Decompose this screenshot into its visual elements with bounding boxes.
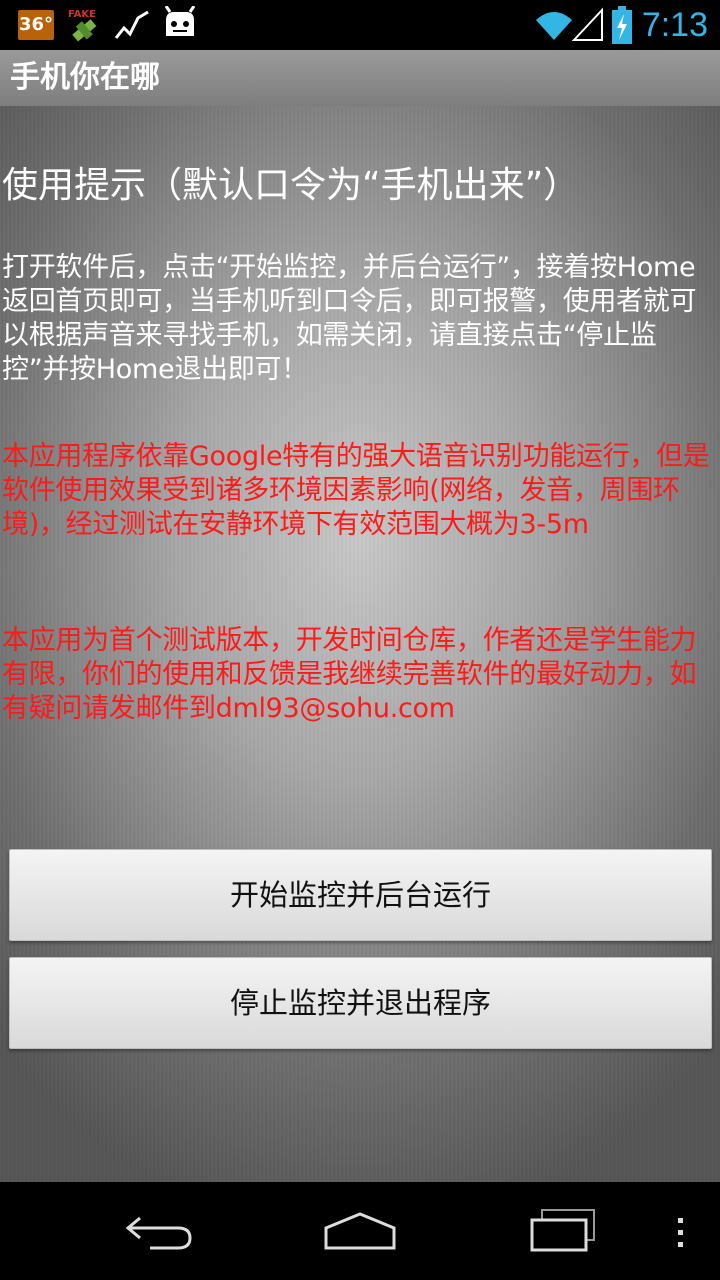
signal-icon bbox=[571, 6, 604, 48]
activity-graph-icon bbox=[114, 6, 150, 48]
back-icon[interactable] bbox=[120, 1208, 200, 1254]
screen: 36° FAKE 7:13 手机你在哪 使用提示（默认口令为“手机出来”） 打开… bbox=[0, 0, 720, 1280]
main-content: 使用提示（默认口令为“手机出来”） 打开软件后，点击“开始监控，并后台运行”，接… bbox=[0, 106, 720, 1182]
navigation-bar bbox=[0, 1182, 720, 1280]
status-bar: 36° FAKE 7:13 bbox=[0, 0, 720, 50]
instructions-text: 打开软件后，点击“开始监控，并后台运行”，接着按Home返回首页即可，当手机听到… bbox=[2, 252, 697, 385]
wifi-icon bbox=[534, 6, 574, 48]
usage-tips-heading: 使用提示（默认口令为“手机出来”） bbox=[2, 165, 580, 206]
stop-monitoring-button[interactable]: 停止监控并退出程序 bbox=[9, 957, 712, 1049]
app-title: 手机你在哪 bbox=[10, 60, 160, 95]
fake-gps-icon: FAKE bbox=[64, 6, 104, 48]
recent-apps-icon[interactable] bbox=[522, 1208, 602, 1254]
fake-label: FAKE bbox=[68, 9, 96, 20]
clock: 7:13 bbox=[641, 6, 708, 44]
home-icon[interactable] bbox=[320, 1208, 400, 1254]
start-monitoring-button[interactable]: 开始监控并后台运行 bbox=[9, 849, 712, 941]
temperature-badge-icon: 36° bbox=[18, 10, 54, 40]
battery-charging-icon bbox=[610, 6, 634, 50]
warning-text-test-version: 本应用为首个测试版本，开发时间仓库，作者还是学生能力有限，你们的使用和反馈是我继… bbox=[2, 625, 697, 724]
warning-text-recognition: 本应用程序依靠Google特有的强大语音识别功能运行，但是软件使用效果受到诸多环… bbox=[2, 441, 710, 540]
android-bot-icon bbox=[160, 5, 200, 48]
action-bar: 手机你在哪 bbox=[0, 50, 720, 107]
overflow-menu-icon[interactable] bbox=[662, 1208, 698, 1254]
